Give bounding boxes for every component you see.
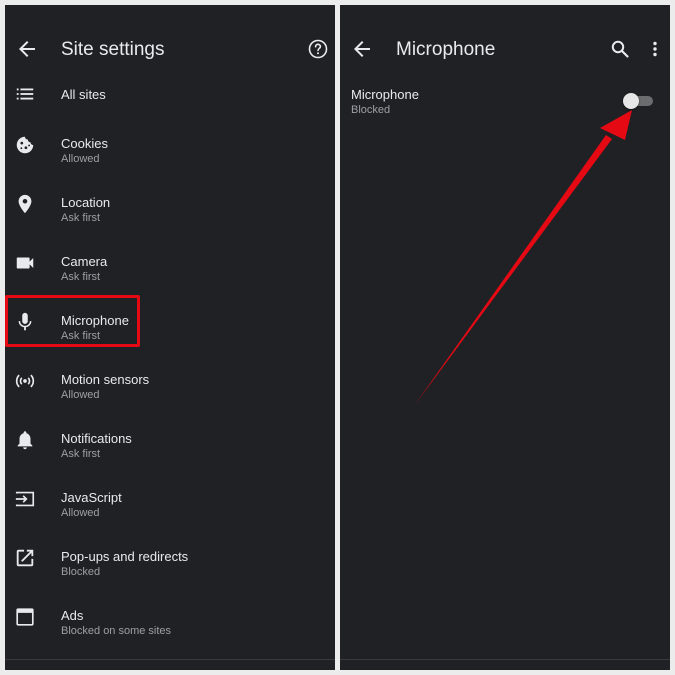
annotation-arrow xyxy=(414,110,632,406)
